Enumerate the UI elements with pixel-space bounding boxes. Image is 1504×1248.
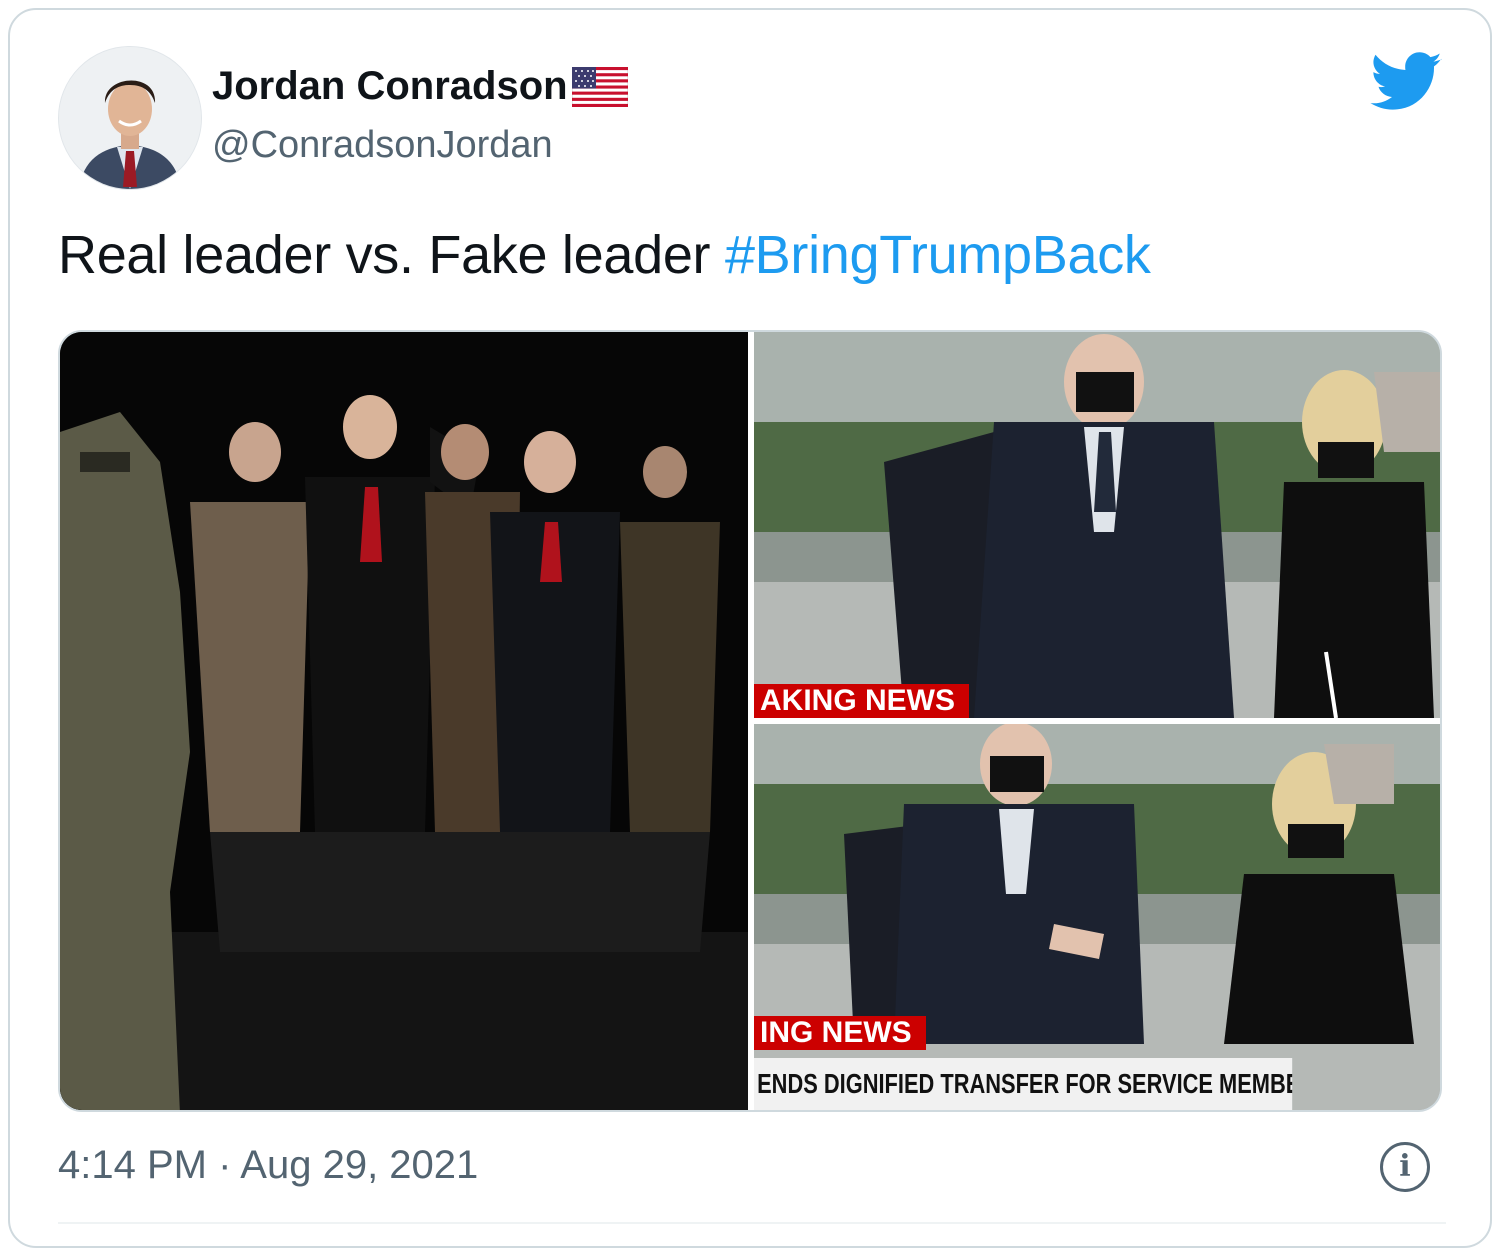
breaking-news-banner: ING NEWS — [754, 1016, 926, 1050]
author-name-row[interactable]: Jordan Conradson — [212, 64, 629, 109]
tweet-timestamp[interactable]: 4:14 PM · Aug 29, 2021 — [58, 1143, 478, 1188]
author-display-name[interactable]: Jordan Conradson — [212, 64, 568, 109]
breaking-news-banner: AKING NEWS — [754, 684, 969, 718]
tweet-text: Real leader vs. Fake leader — [58, 225, 725, 285]
hashtag-link[interactable]: #BringTrumpBack — [725, 225, 1151, 285]
twitter-bird-icon[interactable] — [1370, 52, 1444, 112]
avatar[interactable] — [58, 46, 202, 190]
media-photo-top-right[interactable]: AKING NEWS — [754, 332, 1440, 718]
media-photo-bottom-right[interactable]: ING NEWS ENDS DIGNIFIED TRANSFER FOR SER… — [754, 724, 1440, 1110]
tweet-media-grid[interactable]: AKING NEWS ING NEWS ENDS DIGNIFIED TRANS… — [58, 330, 1442, 1112]
tweet-body: Real leader vs. Fake leader #BringTrumpB… — [58, 224, 1151, 286]
news-ticker: ENDS DIGNIFIED TRANSFER FOR SERVICE MEMB… — [754, 1058, 1293, 1110]
media-photo-left[interactable] — [60, 332, 748, 1110]
us-flag-icon — [571, 66, 629, 107]
divider — [58, 1222, 1446, 1224]
info-icon[interactable]: i — [1380, 1142, 1430, 1192]
author-handle[interactable]: @ConradsonJordan — [212, 124, 553, 167]
